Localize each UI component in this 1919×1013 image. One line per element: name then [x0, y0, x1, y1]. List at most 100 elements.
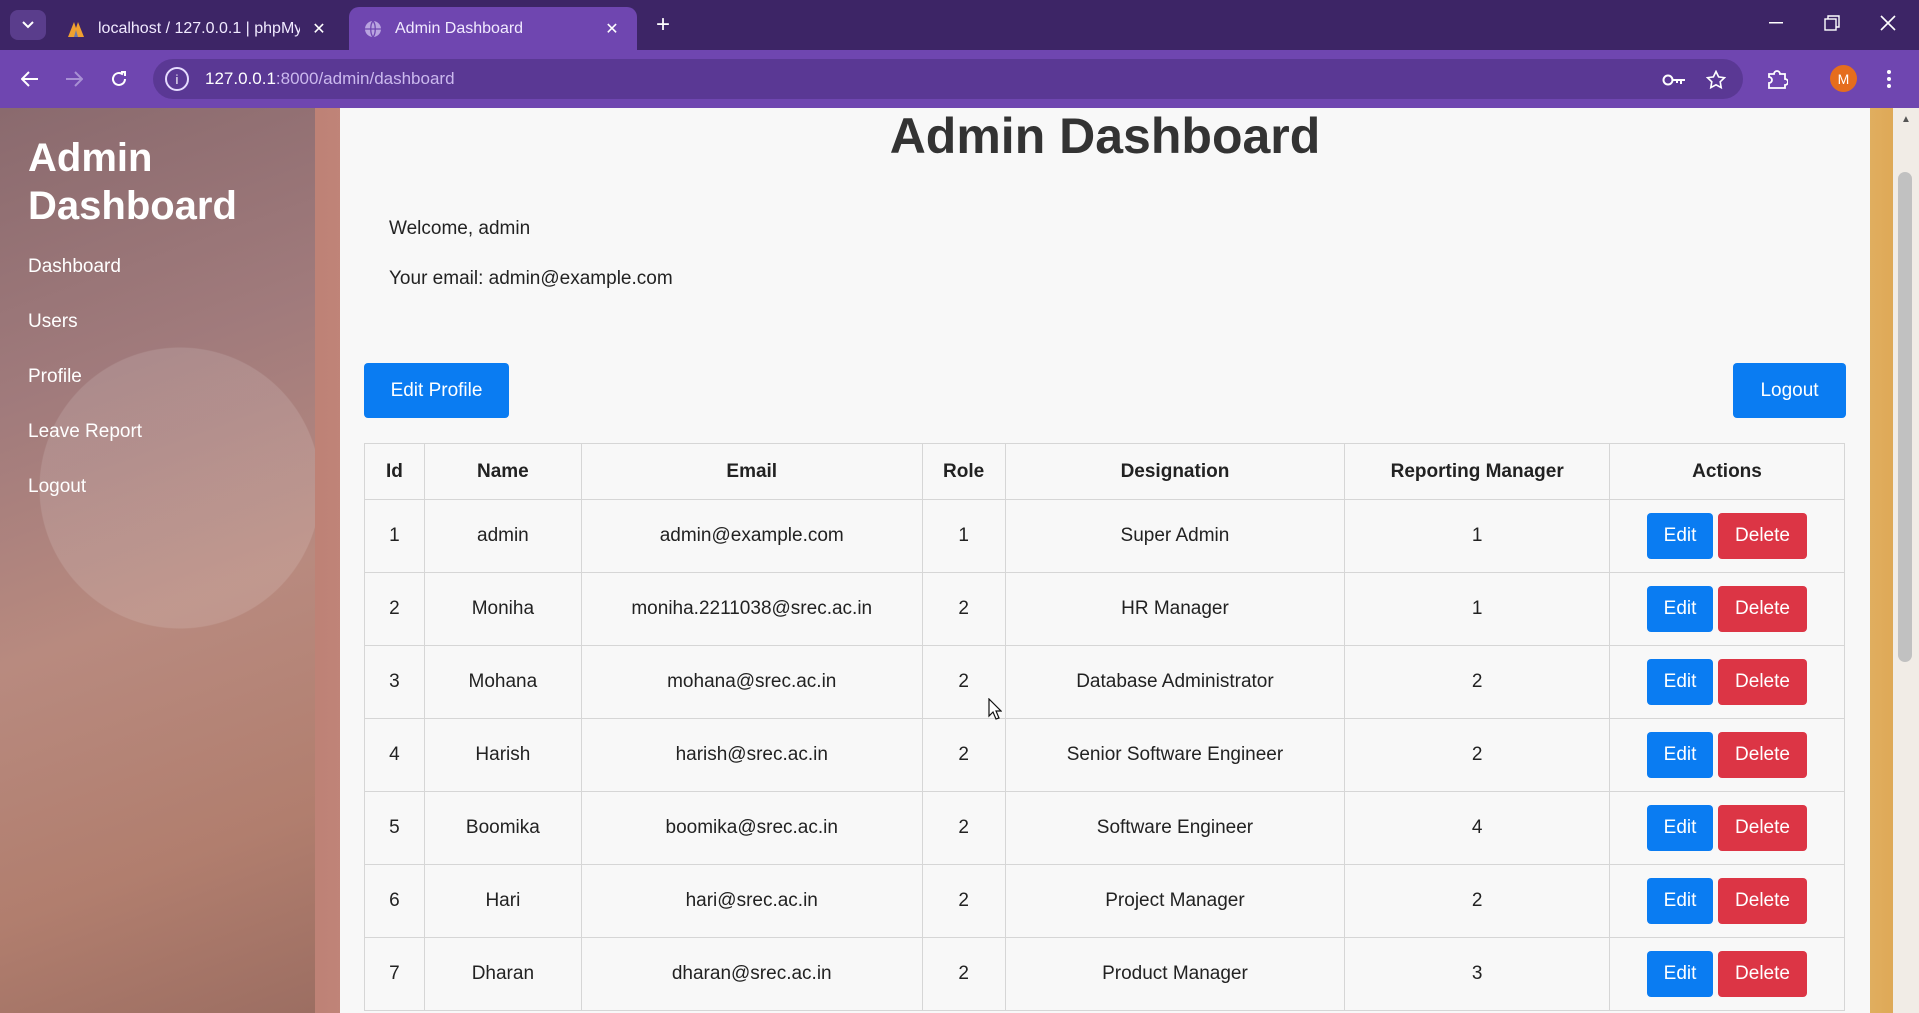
row-actions: Edit Delete: [1610, 951, 1844, 997]
address-bar[interactable]: i 127.0.0.1:8000/admin/dashboard: [153, 59, 1743, 99]
edit-user-button[interactable]: Edit: [1647, 878, 1714, 924]
close-tab-icon[interactable]: ✕: [308, 18, 330, 40]
delete-user-button[interactable]: Delete: [1718, 586, 1808, 632]
edit-user-button[interactable]: Edit: [1647, 732, 1714, 778]
bookmark-star-icon[interactable]: [1703, 67, 1729, 93]
table-header-row: Id Name Email Role Designation Reporting…: [364, 443, 1845, 500]
delete-user-button[interactable]: Delete: [1718, 951, 1808, 997]
forward-arrow-icon[interactable]: [58, 63, 90, 95]
cell-actions: Edit Delete: [1609, 791, 1845, 865]
delete-user-button[interactable]: Delete: [1718, 659, 1808, 705]
delete-user-button[interactable]: Delete: [1718, 513, 1808, 559]
cell-name: Harish: [423, 718, 582, 792]
minimize-icon[interactable]: [1756, 8, 1796, 38]
table-row: 5 Boomika boomika@srec.ac.in 2 Software Engi…: [364, 791, 1845, 865]
page-scrollbar[interactable]: ▲: [1893, 108, 1919, 1013]
row-actions: Edit Delete: [1610, 878, 1844, 924]
logout-button[interactable]: Logout: [1733, 363, 1846, 418]
cell-reporting-manager: 4: [1344, 791, 1611, 865]
cell-name: Boomika: [423, 791, 582, 865]
cell-actions: Edit Delete: [1609, 499, 1845, 573]
cell-reporting-manager: 1: [1344, 499, 1611, 573]
tab-admin-dashboard[interactable]: Admin Dashboard ✕: [349, 7, 637, 50]
cell-id: 4: [364, 718, 425, 792]
cell-id: 6: [364, 864, 425, 938]
edit-profile-button[interactable]: Edit Profile: [364, 363, 509, 418]
more-menu-icon[interactable]: [1873, 63, 1905, 95]
delete-user-button[interactable]: Delete: [1718, 805, 1808, 851]
profile-avatar[interactable]: M: [1830, 65, 1857, 92]
cell-email: harish@srec.ac.in: [580, 718, 923, 792]
cell-actions: Edit Delete: [1609, 645, 1845, 719]
table-row: 1 admin admin@example.com 1 Super Admin 1 Edit…: [364, 499, 1845, 573]
column-header: Reporting Manager: [1344, 443, 1611, 500]
cell-designation: Super Admin: [1004, 499, 1346, 573]
column-header: Actions: [1609, 443, 1845, 500]
browser-toolbar: i 127.0.0.1:8000/admin/dashboard M: [0, 50, 1919, 108]
cell-email: hari@srec.ac.in: [580, 864, 923, 938]
scroll-up-arrow-icon[interactable]: ▲: [1901, 114, 1911, 125]
table-row: 2 Moniha moniha.2211038@srec.ac.in 2 HR Mana…: [364, 572, 1845, 646]
users-table-body: 1 admin admin@example.com 1 Super Admin 1 Edit…: [364, 499, 1845, 1011]
cell-email: moniha.2211038@srec.ac.in: [580, 572, 923, 646]
welcome-text: Welcome, admin: [389, 218, 531, 239]
edit-user-button[interactable]: Edit: [1647, 659, 1714, 705]
main-content: Admin Dashboard Welcome, admin Your emai…: [340, 108, 1870, 1013]
cell-id: 3: [364, 645, 425, 719]
page-viewport: Admin Dashboard Dashboard Users Profile …: [0, 108, 1919, 1013]
reload-icon[interactable]: [103, 63, 135, 95]
cell-actions: Edit Delete: [1609, 864, 1845, 938]
tab-title: localhost / 127.0.0.1 | phpMyAdmin: [98, 19, 300, 37]
cell-id: 2: [364, 572, 425, 646]
tab-search-button[interactable]: [10, 10, 46, 40]
sidebar: Admin Dashboard Dashboard Users Profile …: [0, 108, 315, 1013]
cell-designation: Database Administrator: [1004, 645, 1346, 719]
phpmyadmin-icon: [66, 19, 86, 39]
table-row: 3 Mohana mohana@srec.ac.in 2 Database Admini…: [364, 645, 1845, 719]
restore-icon[interactable]: [1812, 8, 1852, 38]
sidebar-item-profile[interactable]: Profile: [28, 366, 82, 388]
close-window-icon[interactable]: [1868, 8, 1908, 38]
column-header: Designation: [1004, 443, 1346, 500]
mouse-cursor-icon: [988, 698, 1002, 720]
cell-actions: Edit Delete: [1609, 937, 1845, 1011]
new-tab-icon[interactable]: +: [650, 11, 676, 38]
scrollbar-thumb[interactable]: [1898, 172, 1912, 662]
tab-title: Admin Dashboard: [395, 19, 524, 37]
cell-role: 2: [921, 572, 1006, 646]
row-actions: Edit Delete: [1610, 586, 1844, 632]
cell-designation: Software Engineer: [1004, 791, 1346, 865]
edit-user-button[interactable]: Edit: [1647, 951, 1714, 997]
cell-id: 7: [364, 937, 425, 1011]
cell-designation: Senior Software Engineer: [1004, 718, 1346, 792]
close-tab-icon[interactable]: ✕: [601, 18, 623, 40]
row-actions: Edit Delete: [1610, 513, 1844, 559]
cell-reporting-manager: 2: [1344, 645, 1611, 719]
tab-phpmyadmin[interactable]: localhost / 127.0.0.1 | phpMyAdmin ✕: [52, 7, 344, 50]
delete-user-button[interactable]: Delete: [1718, 878, 1808, 924]
sidebar-item-dashboard[interactable]: Dashboard: [28, 256, 121, 278]
table-row: 7 Dharan dharan@srec.ac.in 2 Product Manager…: [364, 937, 1845, 1011]
edit-user-button[interactable]: Edit: [1647, 586, 1714, 632]
edit-user-button[interactable]: Edit: [1647, 513, 1714, 559]
table-row: 6 Hari hari@srec.ac.in 2 Project Manager 2 Edi…: [364, 864, 1845, 938]
cell-name: Dharan: [423, 937, 582, 1011]
sidebar-item-users[interactable]: Users: [28, 311, 78, 333]
cell-name: Hari: [423, 864, 582, 938]
column-header: Name: [423, 443, 582, 500]
site-info-icon[interactable]: i: [165, 67, 189, 91]
sidebar-item-leave-report[interactable]: Leave Report: [28, 421, 142, 443]
cell-role: 2: [921, 864, 1006, 938]
cell-role: 2: [921, 937, 1006, 1011]
extensions-puzzle-icon[interactable]: [1761, 63, 1793, 95]
cell-id: 5: [364, 791, 425, 865]
delete-user-button[interactable]: Delete: [1718, 732, 1808, 778]
cell-name: Moniha: [423, 572, 582, 646]
column-header: Email: [580, 443, 923, 500]
back-arrow-icon[interactable]: [14, 63, 46, 95]
row-actions: Edit Delete: [1610, 659, 1844, 705]
sidebar-item-logout[interactable]: Logout: [28, 476, 86, 498]
edit-user-button[interactable]: Edit: [1647, 805, 1714, 851]
page-title: Admin Dashboard: [889, 108, 1321, 164]
password-key-icon[interactable]: [1661, 67, 1687, 93]
